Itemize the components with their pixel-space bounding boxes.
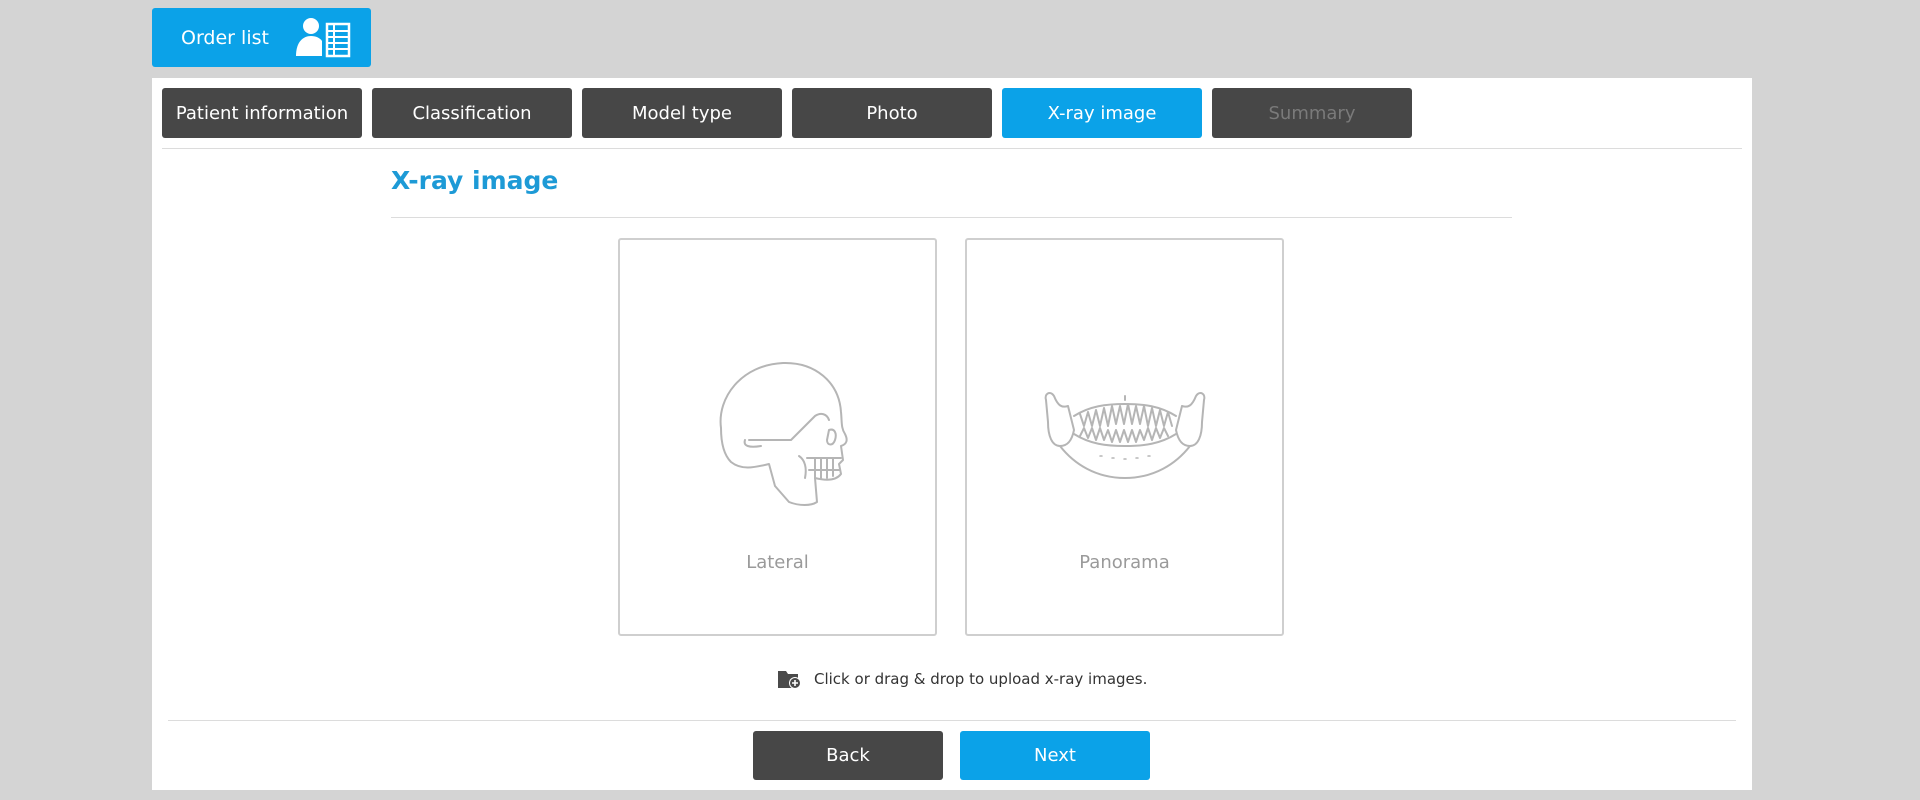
tab-classification[interactable]: Classification (372, 88, 572, 138)
upload-hint: Click or drag & drop to upload x-ray ima… (778, 668, 1147, 690)
back-button[interactable]: Back (753, 731, 943, 780)
jaw-panorama-icon (1044, 392, 1205, 479)
tab-summary[interactable]: Summary (1212, 88, 1412, 138)
tab-model-type[interactable]: Model type (582, 88, 782, 138)
tab-patient-information[interactable]: Patient information (162, 88, 362, 138)
title-divider (391, 217, 1512, 218)
upload-panorama-box[interactable]: Panorama (965, 238, 1284, 636)
order-panel: Patient information Classification Model… (152, 78, 1752, 790)
order-list-label: Order list (181, 26, 269, 49)
skull-lateral-icon (719, 361, 848, 506)
order-list-button[interactable]: Order list (152, 8, 371, 67)
panorama-label: Panorama (1079, 552, 1170, 573)
tabs-divider (162, 148, 1742, 149)
footer-divider (168, 720, 1736, 721)
lateral-label: Lateral (746, 552, 809, 573)
user-list-icon (296, 18, 351, 58)
tab-photo[interactable]: Photo (792, 88, 992, 138)
tab-x-ray-image[interactable]: X-ray image (1002, 88, 1202, 138)
next-button[interactable]: Next (960, 731, 1150, 780)
upload-hint-text: Click or drag & drop to upload x-ray ima… (814, 670, 1148, 688)
upload-lateral-box[interactable]: Lateral (618, 238, 937, 636)
folder-add-icon (778, 671, 801, 689)
page-title: X-ray image (391, 166, 559, 195)
